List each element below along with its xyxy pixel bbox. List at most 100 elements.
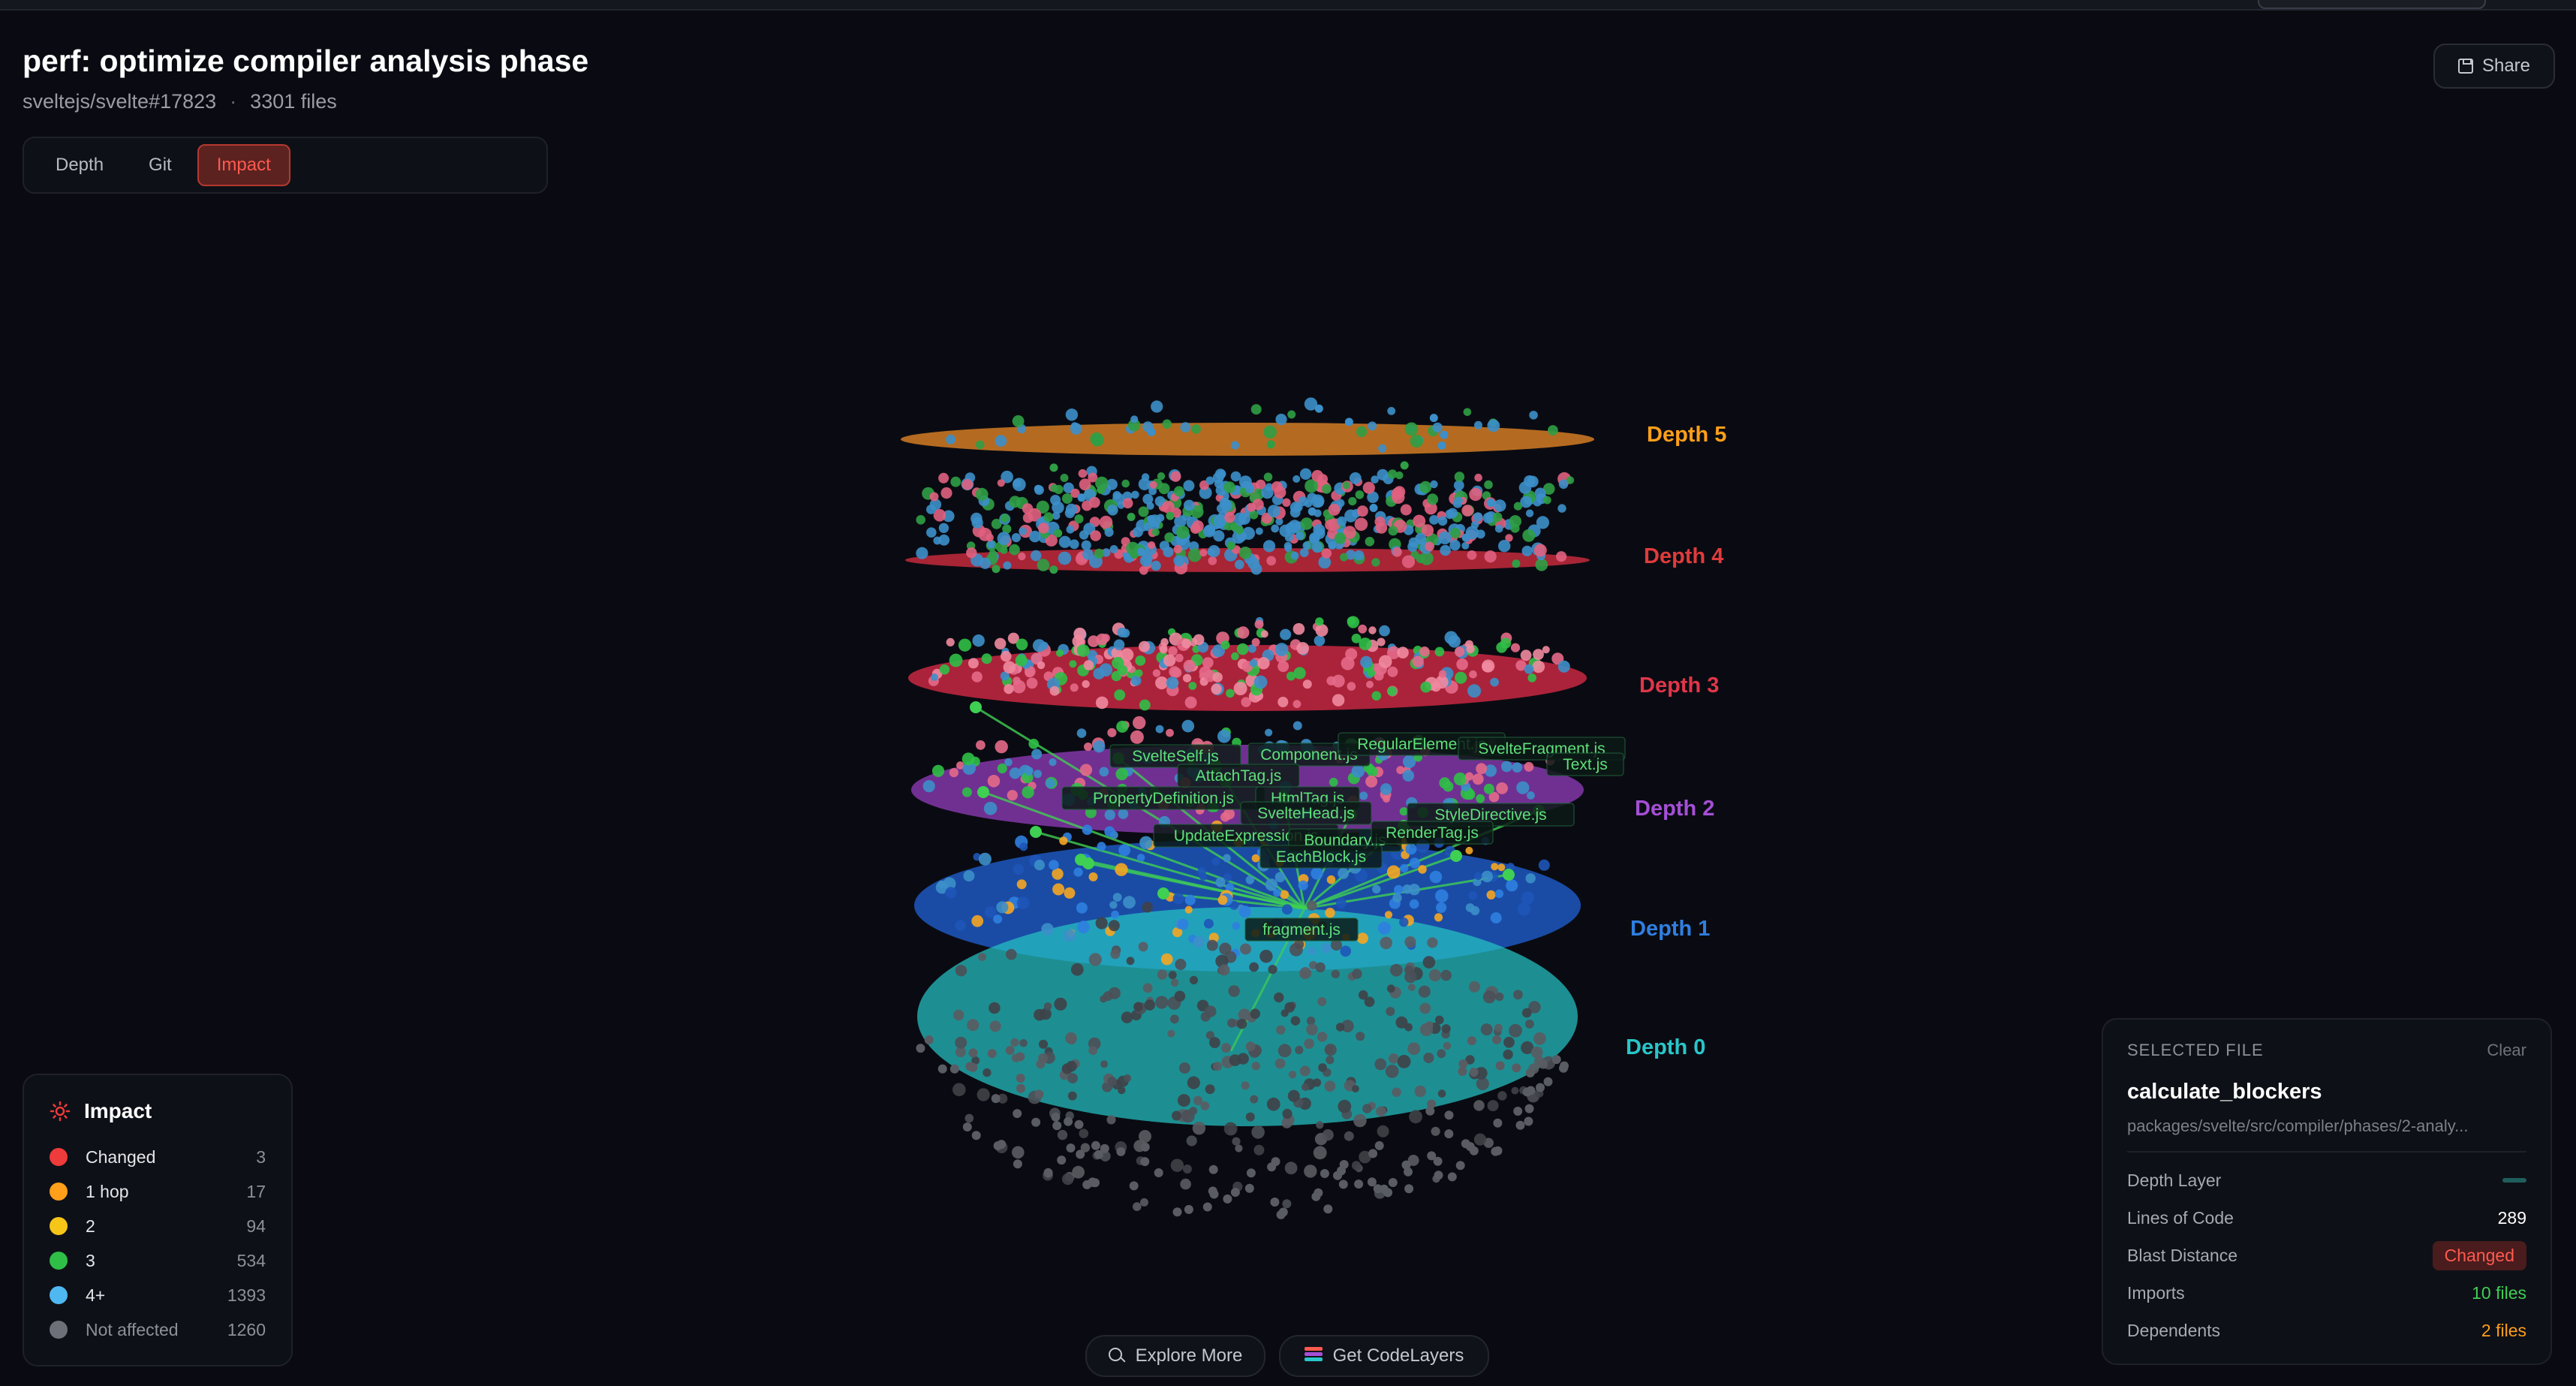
graph-node[interactable] (1281, 1117, 1293, 1128)
graph-node[interactable] (1461, 1139, 1470, 1149)
graph-node[interactable] (1493, 1118, 1503, 1128)
graph-node[interactable] (1209, 1189, 1219, 1199)
graph-node[interactable] (1151, 528, 1160, 536)
graph-node[interactable] (1140, 1157, 1150, 1167)
graph-node[interactable] (1404, 1184, 1414, 1194)
graph-node[interactable] (1538, 1059, 1548, 1069)
graph-node[interactable] (1354, 1180, 1364, 1189)
graph-node[interactable] (1234, 559, 1244, 570)
graph-node[interactable] (1050, 484, 1058, 493)
graph-node[interactable] (1208, 545, 1220, 558)
graph-node[interactable] (1114, 689, 1126, 701)
graph-node[interactable] (1404, 422, 1419, 436)
graph-node[interactable] (1081, 540, 1091, 550)
graph-node[interactable] (1482, 661, 1493, 673)
graph-node[interactable] (1245, 484, 1255, 493)
graph-node[interactable] (1472, 773, 1484, 785)
graph-node[interactable] (1282, 1108, 1293, 1119)
graph-node[interactable] (1434, 646, 1445, 657)
graph-node[interactable] (995, 435, 1007, 447)
graph-node[interactable] (1107, 728, 1117, 737)
graph-node[interactable] (1429, 870, 1443, 884)
graph-node[interactable] (1136, 547, 1145, 556)
graph-node[interactable] (1245, 875, 1255, 884)
graph-node[interactable] (962, 1122, 972, 1131)
graph-node[interactable] (1386, 984, 1395, 993)
graph-node-impacted[interactable] (977, 786, 989, 798)
file-label[interactable]: PropertyDefinition.js (1061, 786, 1265, 810)
graph-node[interactable] (1083, 660, 1094, 670)
graph-node[interactable] (1437, 441, 1446, 450)
graph-node[interactable] (1247, 557, 1260, 570)
graph-node[interactable] (1139, 554, 1152, 567)
graph-node[interactable] (1176, 526, 1190, 539)
graph-node[interactable] (1314, 635, 1326, 646)
graph-node[interactable] (987, 1049, 997, 1059)
graph-node[interactable] (1427, 493, 1439, 505)
graph-node[interactable] (1419, 1023, 1434, 1036)
graph-node[interactable] (1012, 679, 1026, 694)
graph-node[interactable] (961, 752, 975, 766)
graph-node[interactable] (1352, 969, 1362, 979)
graph-node[interactable] (1377, 1125, 1389, 1137)
graph-node[interactable] (1003, 561, 1012, 570)
graph-node[interactable] (1149, 481, 1157, 489)
graph-node[interactable] (1308, 507, 1317, 516)
graph-node[interactable] (1174, 990, 1186, 1002)
graph-node[interactable] (1220, 812, 1230, 822)
explore-more-button[interactable]: Explore More (1085, 1335, 1265, 1377)
graph-node-impacted[interactable] (1157, 887, 1169, 899)
graph-node[interactable] (1325, 1046, 1333, 1054)
graph-node[interactable] (1202, 525, 1216, 538)
graph-node[interactable] (1152, 669, 1161, 677)
graph-node[interactable] (1356, 1032, 1365, 1041)
graph-node[interactable] (1090, 530, 1101, 541)
graph-node[interactable] (1130, 730, 1144, 744)
graph-node[interactable] (1435, 889, 1449, 903)
graph-node[interactable] (1437, 516, 1448, 526)
graph-node[interactable] (1543, 1077, 1553, 1086)
graph-node[interactable] (1037, 661, 1046, 670)
graph-node[interactable] (1521, 891, 1534, 905)
graph-node[interactable] (929, 492, 939, 502)
graph-node[interactable] (1399, 807, 1408, 816)
graph-node[interactable] (1467, 684, 1482, 698)
graph-node[interactable] (981, 653, 992, 664)
graph-node[interactable] (1529, 411, 1538, 420)
graph-node[interactable] (1103, 991, 1113, 1002)
graph-node[interactable] (1223, 1194, 1232, 1204)
graph-node[interactable] (1094, 548, 1105, 559)
graph-node[interactable] (1532, 660, 1545, 673)
graph-node[interactable] (1135, 669, 1143, 677)
graph-node[interactable] (1494, 889, 1504, 898)
graph-node[interactable] (1368, 421, 1377, 431)
graph-node[interactable] (1057, 1129, 1068, 1140)
graph-node[interactable] (1065, 1032, 1077, 1044)
graph-node[interactable] (1469, 487, 1482, 502)
graph-node[interactable] (1049, 565, 1058, 574)
graph-node[interactable] (958, 638, 972, 652)
graph-node[interactable] (1337, 516, 1347, 526)
graph-node[interactable] (1100, 1060, 1109, 1068)
graph-node[interactable] (1076, 728, 1087, 738)
graph-node[interactable] (1315, 962, 1326, 973)
graph-node[interactable] (966, 547, 977, 559)
graph-node[interactable] (1275, 414, 1287, 426)
graph-node[interactable] (1388, 1178, 1398, 1187)
graph-node[interactable] (1496, 782, 1508, 794)
graph-node[interactable] (1221, 499, 1230, 508)
graph-node[interactable] (1005, 1045, 1015, 1055)
graph-node[interactable] (1384, 911, 1393, 919)
graph-node[interactable] (1181, 638, 1192, 649)
graph-node[interactable] (933, 536, 942, 545)
graph-node[interactable] (1173, 544, 1183, 554)
graph-node[interactable] (1070, 963, 1084, 976)
graph-node[interactable] (1139, 699, 1151, 711)
graph-node[interactable] (1069, 660, 1077, 668)
graph-node[interactable] (916, 515, 925, 525)
graph-node[interactable] (1473, 1133, 1487, 1146)
graph-node[interactable] (1251, 637, 1260, 646)
graph-node[interactable] (1441, 1024, 1451, 1034)
graph-node[interactable] (1387, 469, 1398, 479)
graph-node[interactable] (1001, 514, 1010, 523)
